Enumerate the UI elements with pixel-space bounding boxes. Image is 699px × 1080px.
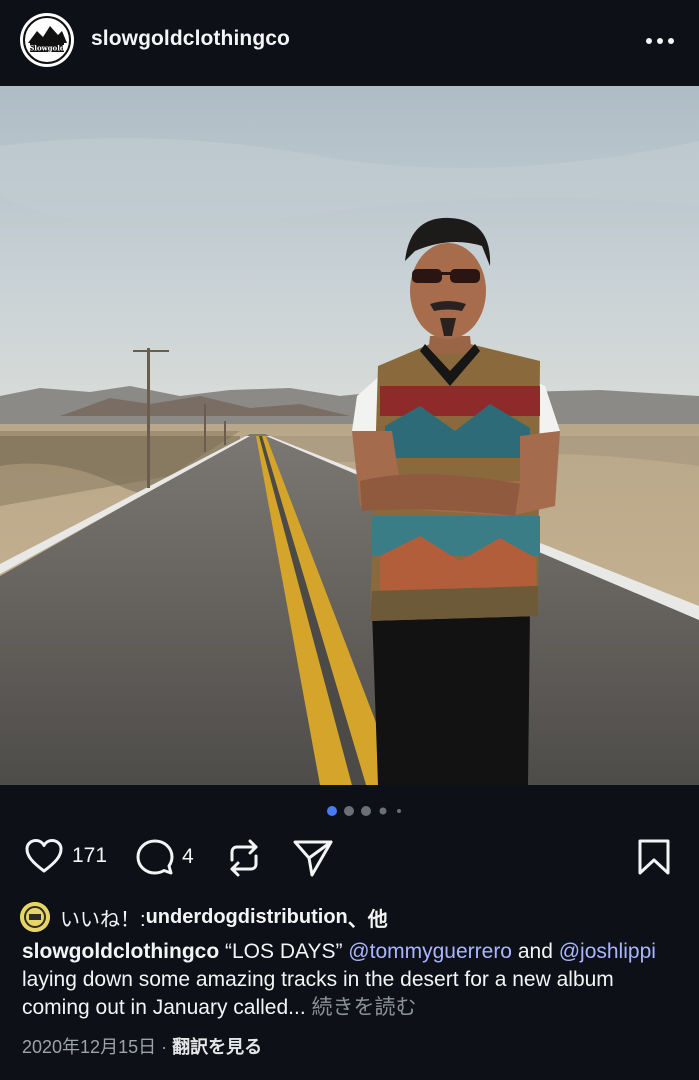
- carousel-dot-1: [327, 806, 337, 816]
- avatar[interactable]: Slowgold: [20, 13, 74, 67]
- post-date: 2020年12月15日: [22, 1037, 157, 1057]
- translate-link[interactable]: 翻訳を見る: [172, 1037, 262, 1057]
- post-caption: slowgoldclothingco “LOS DAYS” @tommyguer…: [22, 938, 682, 1022]
- liker-avatar: [20, 902, 50, 932]
- heart-icon: [25, 839, 63, 873]
- comment-icon: [136, 839, 174, 875]
- read-more-link[interactable]: 続きを読む: [312, 996, 417, 1019]
- svg-text:Slowgold: Slowgold: [29, 44, 65, 53]
- mention-joshlippi[interactable]: @joshlippi: [559, 940, 656, 963]
- carousel-dot-3: [361, 806, 371, 816]
- carousel-dot-5: [397, 809, 401, 813]
- meta-separator: ·: [156, 1037, 173, 1057]
- post-header: Slowgold slowgoldclothingco: [0, 0, 699, 82]
- comment-button[interactable]: 4: [136, 838, 194, 876]
- post-photo[interactable]: [0, 86, 699, 785]
- action-bar: 171 4: [0, 830, 699, 886]
- mention-tommyguerrero[interactable]: @tommyguerrero: [348, 940, 512, 963]
- carousel-indicator: [0, 803, 699, 819]
- carousel-dot-4: [379, 807, 387, 815]
- like-button[interactable]: 171: [24, 838, 107, 874]
- post-meta: 2020年12月15日 · 翻訳を見る: [22, 1033, 262, 1059]
- likes-prefix: いいね！:: [60, 908, 146, 931]
- repost-button[interactable]: [226, 838, 262, 878]
- carousel-dot-2: [344, 806, 354, 816]
- more-options-icon[interactable]: [645, 26, 675, 56]
- caption-username[interactable]: slowgoldclothingco: [22, 940, 219, 963]
- bookmark-icon: [638, 839, 670, 875]
- likes-username[interactable]: underdogdistribution: [146, 906, 348, 929]
- caption-text: and: [512, 940, 559, 963]
- caption-text: “LOS DAYS”: [219, 940, 349, 963]
- save-button[interactable]: [637, 838, 671, 876]
- comment-count: 4: [182, 845, 194, 868]
- share-button[interactable]: [292, 838, 334, 878]
- likes-suffix[interactable]: 、他: [348, 903, 388, 932]
- likes-summary[interactable]: いいね！: underdogdistribution 、他: [20, 900, 388, 934]
- post-username[interactable]: slowgoldclothingco: [91, 27, 290, 51]
- like-count: 171: [72, 844, 108, 867]
- repost-icon: [230, 839, 258, 877]
- send-icon: [293, 840, 333, 877]
